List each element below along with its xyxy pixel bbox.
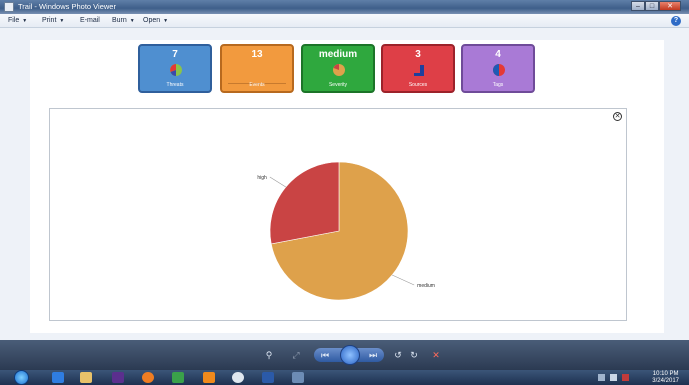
menu-bar: File ▼ Print ▼ E-mail Burn ▼ Open ▼ ?	[0, 14, 689, 28]
tile-events-value: 13	[251, 49, 263, 60]
pie-leader-high	[269, 176, 286, 188]
tile-threats[interactable]: 7 Threats	[138, 44, 212, 93]
network-icon[interactable]	[598, 374, 605, 381]
menu-print[interactable]: Print ▼	[42, 17, 64, 24]
pie-icon	[493, 64, 505, 76]
ie-icon[interactable]	[52, 372, 64, 383]
media-app-icon[interactable]	[112, 372, 124, 383]
menu-file[interactable]: File ▼	[8, 17, 27, 24]
menu-open[interactable]: Open ▼	[143, 17, 168, 24]
image-viewer: 7 Threats 13 Events medium Severity 3 So…	[0, 28, 689, 340]
delete-icon[interactable]: ✕	[430, 349, 442, 361]
menu-burn-label: Burn	[112, 17, 127, 24]
chevron-down-icon: ▼	[129, 18, 135, 24]
word-icon[interactable]	[262, 372, 274, 383]
severity-chart-panel: ✕ medium high	[49, 108, 627, 321]
tile-tags-label: Tags	[492, 82, 504, 88]
pie-icon	[333, 64, 345, 76]
displayed-image: 7 Threats 13 Events medium Severity 3 So…	[30, 40, 664, 333]
tile-events[interactable]: 13 Events	[220, 44, 294, 93]
menu-burn[interactable]: Burn ▼	[112, 17, 135, 24]
menu-print-label: Print	[42, 17, 57, 24]
flag-icon[interactable]	[622, 374, 629, 381]
menu-email[interactable]: E-mail	[80, 17, 100, 24]
clock-time: 10:10 PM	[652, 371, 679, 377]
previous-button[interactable]: ⏮	[318, 349, 332, 361]
chevron-down-icon: ▼	[22, 18, 28, 24]
tile-sources[interactable]: 3 Sources	[381, 44, 455, 93]
tile-threats-label: Threats	[166, 82, 184, 88]
tile-threats-value: 7	[172, 49, 178, 60]
maximize-button[interactable]: □	[645, 1, 659, 11]
close-button[interactable]: ✕	[659, 1, 681, 11]
app-icon[interactable]	[172, 372, 184, 383]
menu-email-label: E-mail	[80, 17, 100, 24]
help-icon[interactable]: ?	[671, 16, 681, 26]
photo-viewer-task-icon[interactable]	[292, 372, 304, 383]
tile-sources-value: 3	[415, 49, 421, 60]
tile-severity-label: Severity	[328, 82, 348, 88]
tile-events-label: Events	[249, 82, 265, 88]
vlc-icon[interactable]	[203, 372, 215, 383]
pie-leader-medium	[392, 274, 415, 286]
chrome-icon[interactable]	[232, 372, 244, 383]
system-clock[interactable]: 10:10 PM 3/24/2017	[652, 371, 679, 384]
viewer-toolbar: ⚲ ⤢ ⏮ ⏭ ↺ ↻ ✕	[0, 340, 689, 370]
menu-open-label: Open	[143, 17, 161, 24]
photo-viewer-icon	[4, 2, 14, 12]
zoom-icon[interactable]: ⚲	[262, 349, 276, 361]
tile-tags[interactable]: 4 Tags	[461, 44, 535, 93]
bar-chart-icon	[414, 65, 424, 76]
chevron-down-icon: ▼	[59, 18, 65, 24]
clock-date: 3/24/2017	[652, 377, 679, 384]
chevron-down-icon: ▼	[163, 18, 169, 24]
pie-icon	[170, 64, 182, 76]
next-button[interactable]: ⏭	[366, 349, 380, 361]
severity-pie-chart: medium high	[257, 161, 435, 301]
menu-file-label: File	[8, 17, 20, 24]
volume-icon[interactable]	[610, 374, 617, 381]
firefox-icon[interactable]	[142, 372, 154, 383]
window-title: Trail - Windows Photo Viewer	[18, 2, 116, 11]
tile-sources-label: Sources	[408, 82, 428, 88]
pie-slice-high[interactable]	[269, 161, 340, 245]
pie-label-high: high	[257, 175, 267, 181]
start-button[interactable]	[14, 370, 29, 385]
folder-icon[interactable]	[80, 372, 92, 383]
rotate-clockwise-icon[interactable]: ↻	[408, 349, 420, 361]
slideshow-button[interactable]	[340, 345, 360, 365]
window-controls: – □ ✕	[631, 1, 681, 11]
tile-tags-value: 4	[495, 49, 501, 60]
rotate-counterclockwise-icon[interactable]: ↺	[392, 349, 404, 361]
tile-severity-value: medium	[318, 49, 358, 60]
taskbar: 10:10 PM 3/24/2017	[0, 370, 689, 385]
title-bar: Trail - Windows Photo Viewer – □ ✕	[0, 0, 689, 14]
minimize-button[interactable]: –	[631, 1, 645, 11]
tile-severity[interactable]: medium Severity	[301, 44, 375, 93]
fit-window-icon[interactable]: ⤢	[290, 349, 302, 361]
pie-label-medium: medium	[417, 283, 435, 289]
